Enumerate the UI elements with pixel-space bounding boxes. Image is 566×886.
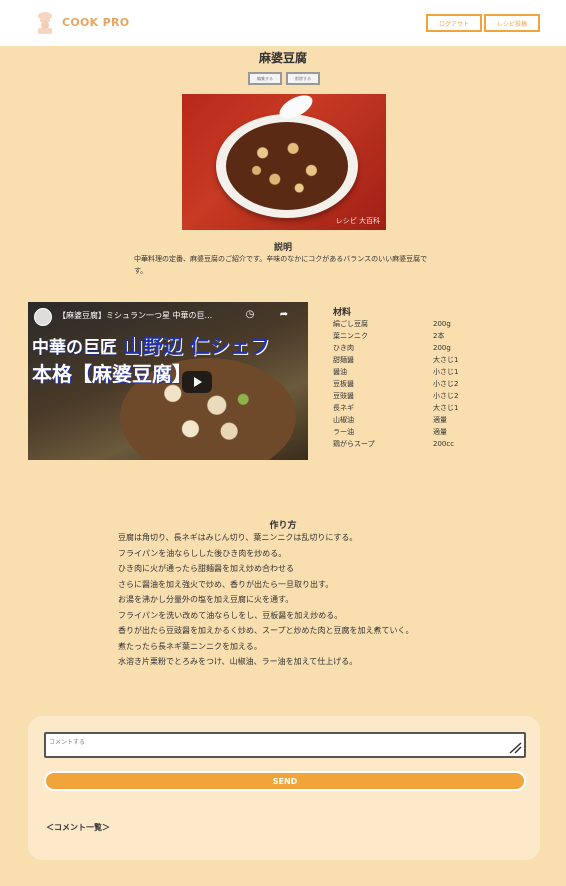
site-header: COOK PRO ログアウト レシピ投稿 — [0, 0, 566, 46]
step-item: お湯を沸かし分量外の塩を加え豆腐に火を通す。 — [118, 595, 294, 604]
photo-watermark: レシピ 大百科 — [335, 217, 380, 225]
ingredient-name: 葉ニンニク — [333, 332, 368, 340]
logo[interactable]: COOK PRO — [34, 10, 129, 34]
step-item: 水溶き片栗粉でとろみをつけ、山椒油、ラー油を加えて仕上げる。 — [118, 657, 358, 666]
logo-text: COOK PRO — [62, 15, 130, 29]
chef-logo-icon — [34, 10, 56, 34]
logout-button[interactable]: ログアウト — [426, 14, 482, 32]
watch-later-icon[interactable]: ◷ — [244, 309, 256, 321]
ingredient-row: 絹ごし豆腐 200g — [333, 318, 473, 330]
ingredient-name: ラー油 — [333, 428, 354, 436]
step-item: フライパンを洗い改めて油ならしをし、豆板醤を加え炒める。 — [118, 610, 343, 620]
video-title[interactable]: 【麻婆豆腐】ミシュラン一つ星 中華の巨... — [58, 310, 248, 321]
description-text: 中華料理の定番、麻婆豆腐のご紹介です。辛味のなかにコクがあるバランスのいい麻婆豆… — [134, 255, 428, 275]
video-overlay-line1: 中華の巨匠 山野辺 仁シェフ — [32, 330, 270, 359]
ingredient-name: 山椒油 — [333, 416, 354, 424]
step-item: さらに醤油を加え強火で炒め、香りが出たら一旦取り出す。 — [118, 579, 334, 589]
ingredient-qty: 大さじ1 — [433, 404, 459, 412]
recipe-title: 麻婆豆腐 — [258, 51, 307, 65]
ingredient-qty: 小さじ1 — [433, 368, 459, 376]
ingredient-row: 鶏がらスープ 200cc — [333, 438, 473, 450]
comment-textarea[interactable]: コメントする — [44, 732, 526, 758]
ingredient-row: 葉ニンニク 2本 — [333, 330, 473, 342]
video-embed[interactable]: 【麻婆豆腐】ミシュラン一つ星 中華の巨... ◷ ➦ 中華の巨匠 山野辺 仁シェ… — [28, 302, 308, 460]
ingredient-row: 山椒油 適量 — [333, 414, 473, 426]
delete-button[interactable]: 削除する — [286, 72, 320, 85]
play-button-icon[interactable] — [182, 371, 212, 393]
comment-list-heading: ＜コメント一覧＞ — [46, 823, 110, 832]
ingredient-name: 鶏がらスープ — [333, 440, 375, 448]
resize-handle-icon[interactable] — [508, 742, 522, 754]
ingredient-qty: 2本 — [433, 332, 445, 340]
send-button[interactable]: SEND — [44, 771, 526, 791]
ingredient-qty: 小さじ2 — [433, 392, 459, 400]
post-recipe-button[interactable]: レシピ投稿 — [484, 14, 540, 32]
ingredient-row: ラー油 適量 — [333, 426, 473, 438]
ingredient-qty: 適量 — [433, 428, 447, 436]
ingredient-qty: 小さじ2 — [433, 380, 459, 388]
step-item: フライパンを油ならしした後ひき肉を炒める。 — [118, 548, 287, 558]
edit-button[interactable]: 編集する — [248, 72, 282, 85]
step-item: 香りが出たら豆豉醤を加えかるく炒め、スープと炒めた肉と豆腐を加え煮ていく。 — [118, 626, 414, 635]
ingredient-name: 長ネギ — [333, 404, 354, 412]
ingredient-row: 醤油 小さじ1 — [333, 366, 473, 378]
ingredient-row: 長ネギ 大さじ1 — [333, 402, 473, 414]
steps-list: 豆腐は角切り、長ネギはみじん切り、葉ニンニクは乱切りにする。 フライパンを油なら… — [118, 530, 478, 670]
step-item: ひき肉に火が通ったら甜麺醤を加え炒め合わせる — [118, 564, 294, 573]
ingredient-row: 甜麺醤 大さじ1 — [333, 354, 473, 366]
ingredient-row: 豆板醤 小さじ2 — [333, 378, 473, 390]
ingredient-qty: 200g — [433, 344, 451, 352]
step-item: 豆腐は角切り、長ネギはみじん切り、葉ニンニクは乱切りにする。 — [118, 533, 358, 542]
ingredient-row: 豆豉醤 小さじ2 — [333, 390, 473, 402]
video-overlay-text-b: 山野辺 仁シェフ — [122, 334, 270, 358]
ingredient-name: 甜麺醤 — [333, 356, 354, 364]
ingredients-list: 絹ごし豆腐 200g 葉ニンニク 2本 ひき肉 200g 甜麺醤 大さじ1 醤油 小さじ1… — [333, 318, 473, 450]
ingredients-heading: 材料 — [333, 308, 352, 318]
ingredient-name: ひき肉 — [333, 344, 354, 352]
ingredient-qty: 200g — [433, 320, 451, 328]
video-overlay-line2: 本格【麻婆豆腐】 — [32, 362, 192, 386]
ingredient-qty: 200cc — [433, 440, 455, 448]
ingredient-name: 絹ごし豆腐 — [333, 320, 368, 328]
ingredient-qty: 適量 — [433, 416, 447, 424]
mapo-tofu-image — [226, 122, 348, 210]
step-item: 煮たったら長ネギ葉ニンニクを加える。 — [118, 641, 262, 651]
video-overlay-text-a: 中華の巨匠 — [32, 338, 117, 358]
ingredient-name: 豆板醤 — [333, 380, 354, 388]
ingredient-row: ひき肉 200g — [333, 342, 473, 354]
recipe-photo: レシピ 大百科 — [182, 94, 386, 230]
channel-avatar[interactable] — [34, 308, 52, 326]
ingredient-qty: 大さじ1 — [433, 356, 459, 364]
ingredient-name: 醤油 — [333, 368, 347, 376]
description-heading: 説明 — [273, 243, 292, 253]
share-icon[interactable]: ➦ — [278, 309, 290, 321]
comment-placeholder: コメントする — [49, 739, 86, 746]
comment-section: コメントする SEND ＜コメント一覧＞ — [28, 716, 540, 860]
ingredient-name: 豆豉醤 — [333, 392, 354, 400]
